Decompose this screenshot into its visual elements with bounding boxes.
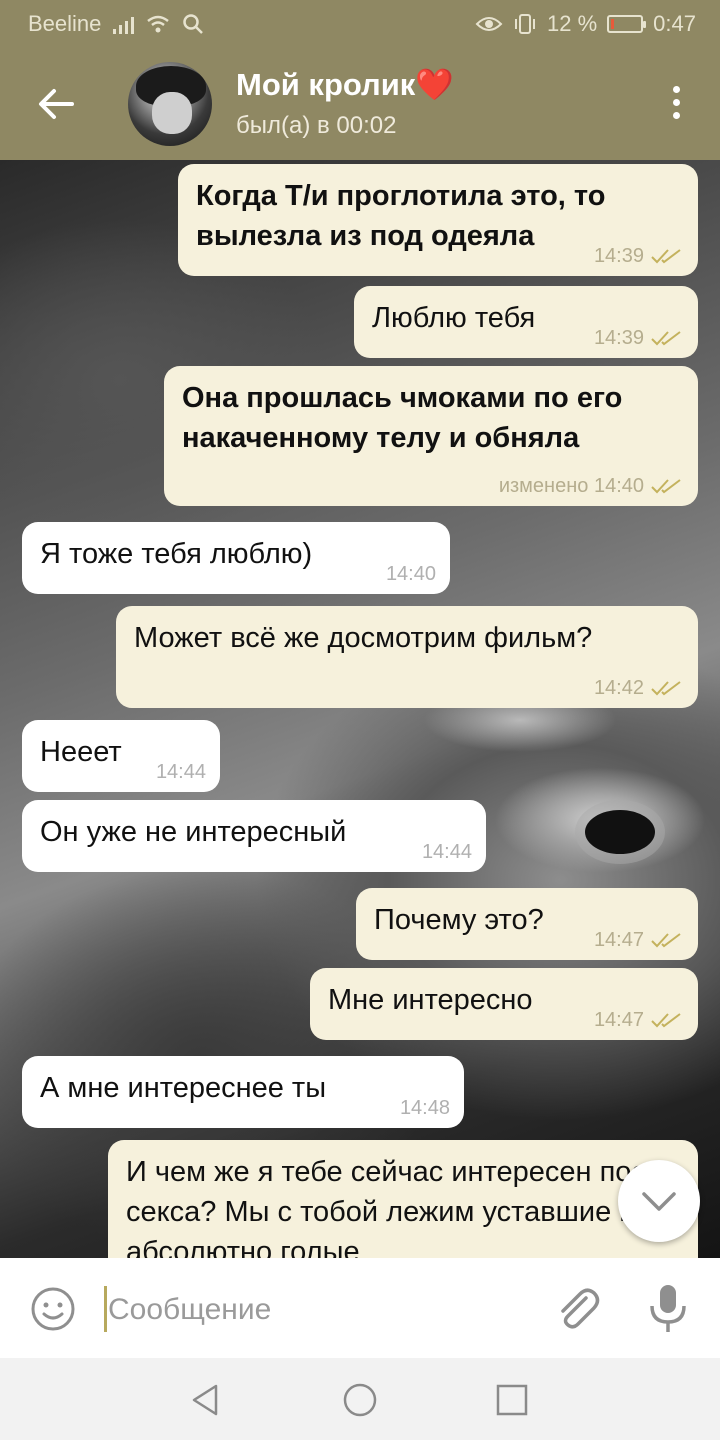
clock: 0:47 xyxy=(653,11,696,36)
message-meta: 14:40 xyxy=(386,562,436,586)
message-time: 14:44 xyxy=(421,841,472,863)
carrier-label: Beeline xyxy=(28,11,102,36)
message-bubble-incoming[interactable]: Я тоже тебя люблю) 14:40 xyxy=(22,522,450,594)
message-meta: 14:39 xyxy=(594,326,684,350)
chat-header: Мой кролик❤️ был(а) в 00:02 xyxy=(0,48,720,160)
read-ticks-icon xyxy=(651,1013,681,1028)
text-cursor xyxy=(104,1286,107,1332)
message-bubble-outgoing[interactable]: Почему это? 14:47 xyxy=(356,888,698,960)
vibrate-icon xyxy=(515,14,536,34)
message-meta: 14:39 xyxy=(594,244,684,268)
message-meta: 14:47 xyxy=(594,1008,684,1032)
message-bubble-outgoing[interactable]: Люблю тебя 14:39 xyxy=(354,286,698,358)
message-time: изменено 14:40 xyxy=(498,475,644,497)
message-bubble-incoming[interactable]: Нееет 14:44 xyxy=(22,720,220,792)
chat-background: Когда Т/и проглотила это, то вылезла из … xyxy=(0,160,720,1258)
message-text: А мне интереснее ты xyxy=(40,1072,327,1104)
attach-icon[interactable] xyxy=(552,1284,600,1332)
read-ticks-icon xyxy=(651,933,681,948)
scroll-to-bottom-button[interactable] xyxy=(618,1160,700,1242)
message-composer xyxy=(0,1258,720,1358)
chat-title-text: Мой кролик xyxy=(236,67,416,102)
message-bubble-outgoing[interactable]: Может всё же досмотрим фильм? 14:42 xyxy=(116,606,698,708)
message-input[interactable] xyxy=(108,1290,528,1330)
chat-title[interactable]: Мой кролик❤️ xyxy=(236,66,454,103)
signal-icon xyxy=(113,14,135,34)
eye-icon xyxy=(475,17,503,31)
battery-level-fill xyxy=(611,19,615,29)
wifi-icon xyxy=(147,15,170,33)
message-meta: изменено 14:40 xyxy=(499,474,684,498)
wallpaper-photo-detail xyxy=(585,810,655,854)
message-time: 14:47 xyxy=(593,929,644,951)
message-meta: 14:48 xyxy=(400,1096,450,1120)
message-bubble-outgoing[interactable]: И чем же я тебе сейчас интересен после с… xyxy=(108,1140,698,1258)
nav-back-icon[interactable] xyxy=(188,1382,224,1418)
heart-emoji: ❤️ xyxy=(415,67,454,102)
battery-icon xyxy=(607,15,647,33)
message-text: Когда Т/и проглотила это, то вылезла из … xyxy=(196,180,606,252)
back-arrow-icon[interactable] xyxy=(36,84,76,124)
message-time: 14:39 xyxy=(593,327,644,349)
message-text: Он уже не интересный xyxy=(40,816,347,848)
emoji-icon[interactable] xyxy=(30,1286,76,1332)
read-ticks-icon xyxy=(651,249,681,264)
message-text: Почему это? xyxy=(374,904,544,936)
nav-recents-icon[interactable] xyxy=(494,1382,530,1418)
message-time: 14:42 xyxy=(593,677,644,699)
battery-percent: 12 % xyxy=(547,11,598,36)
mic-icon[interactable] xyxy=(646,1282,690,1334)
message-time: 14:40 xyxy=(385,563,436,585)
message-bubble-incoming[interactable]: Он уже не интересный 14:44 xyxy=(22,800,486,872)
more-vert-icon[interactable] xyxy=(668,86,684,126)
search-icon xyxy=(183,14,204,34)
message-time: 14:44 xyxy=(155,761,206,783)
chevron-down-icon xyxy=(642,1192,676,1211)
message-meta: 14:44 xyxy=(422,840,472,864)
message-meta: 14:44 xyxy=(156,760,206,784)
message-text: Она прошлась чмоками по его накаченному … xyxy=(182,382,623,454)
system-navigation-bar xyxy=(0,1358,720,1440)
message-text: Мне интересно xyxy=(328,984,533,1016)
message-bubble-outgoing[interactable]: Она прошлась чмоками по его накаченному … xyxy=(164,366,698,506)
message-time: 14:47 xyxy=(593,1009,644,1031)
message-text: Может всё же досмотрим фильм? xyxy=(134,622,593,654)
message-bubble-incoming[interactable]: А мне интереснее ты 14:48 xyxy=(22,1056,464,1128)
message-bubble-outgoing[interactable]: Когда Т/и проглотила это, то вылезла из … xyxy=(178,164,698,276)
message-time: 14:48 xyxy=(399,1097,450,1119)
message-meta: 14:47 xyxy=(594,928,684,952)
nav-home-icon[interactable] xyxy=(342,1382,378,1418)
read-ticks-icon xyxy=(651,479,681,494)
last-seen-status: был(а) в 00:02 xyxy=(236,112,397,139)
message-meta: 14:42 xyxy=(594,676,684,700)
message-time: 14:39 xyxy=(593,245,644,267)
read-ticks-icon xyxy=(651,331,681,346)
message-text: И чем же я тебе сейчас интересен после с… xyxy=(126,1156,679,1258)
avatar[interactable] xyxy=(128,62,212,146)
read-ticks-icon xyxy=(651,681,681,696)
message-text: Люблю тебя xyxy=(372,302,536,334)
message-text: Я тоже тебя люблю) xyxy=(40,538,313,570)
message-text: Нееет xyxy=(40,736,122,768)
message-bubble-outgoing[interactable]: Мне интересно 14:47 xyxy=(310,968,698,1040)
status-bar: Beeline 12 % 0:47 xyxy=(0,0,720,48)
